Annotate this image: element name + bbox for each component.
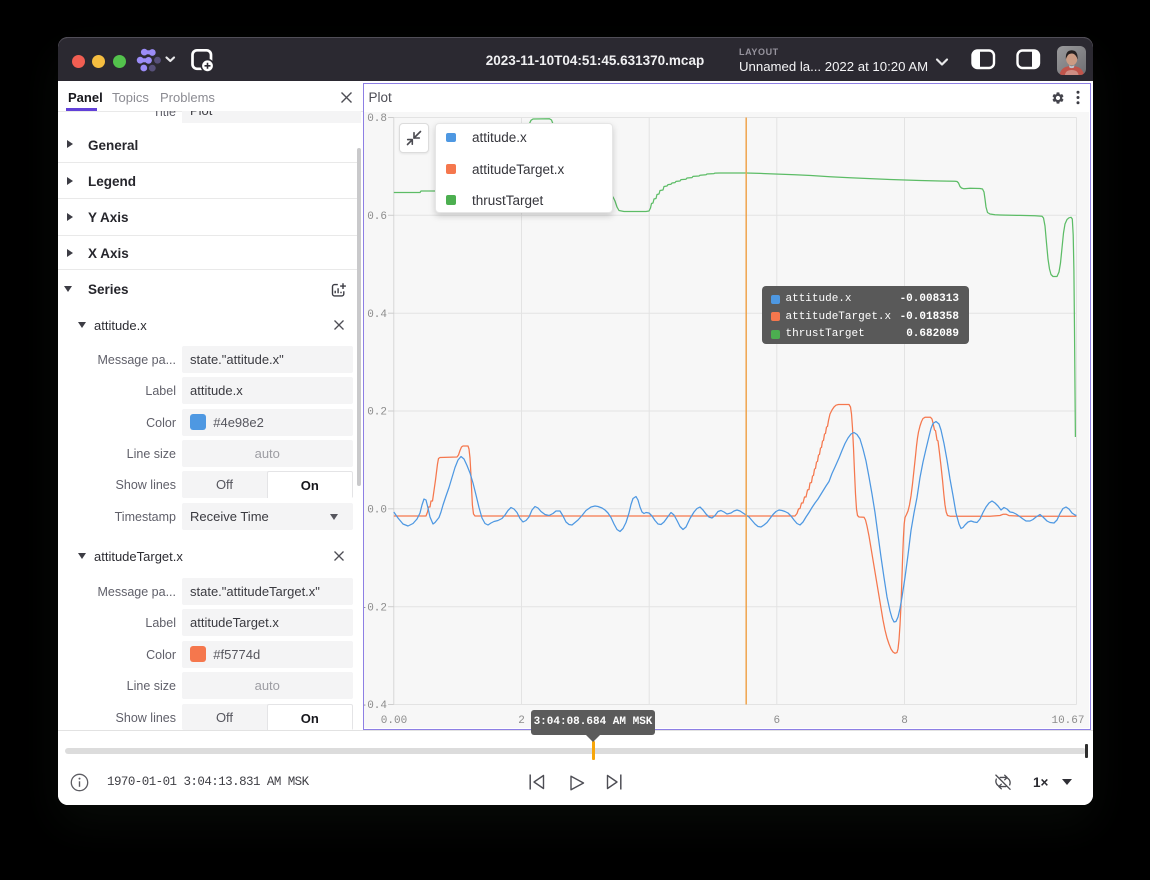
svg-text:2: 2 [518,715,525,727]
svg-text:0.0: 0.0 [367,505,387,517]
svg-text:-0.4: -0.4 [364,700,387,712]
svg-text:8: 8 [901,715,908,727]
svg-text:0.4: 0.4 [367,309,387,321]
svg-text:-0.2: -0.2 [364,602,387,614]
svg-text:0.6: 0.6 [367,211,387,223]
svg-text:6: 6 [773,715,780,727]
svg-text:0.8: 0.8 [367,113,387,125]
svg-text:0.2: 0.2 [367,407,387,419]
svg-text:10.67: 10.67 [1051,715,1084,727]
svg-text:0.00: 0.00 [381,715,407,727]
